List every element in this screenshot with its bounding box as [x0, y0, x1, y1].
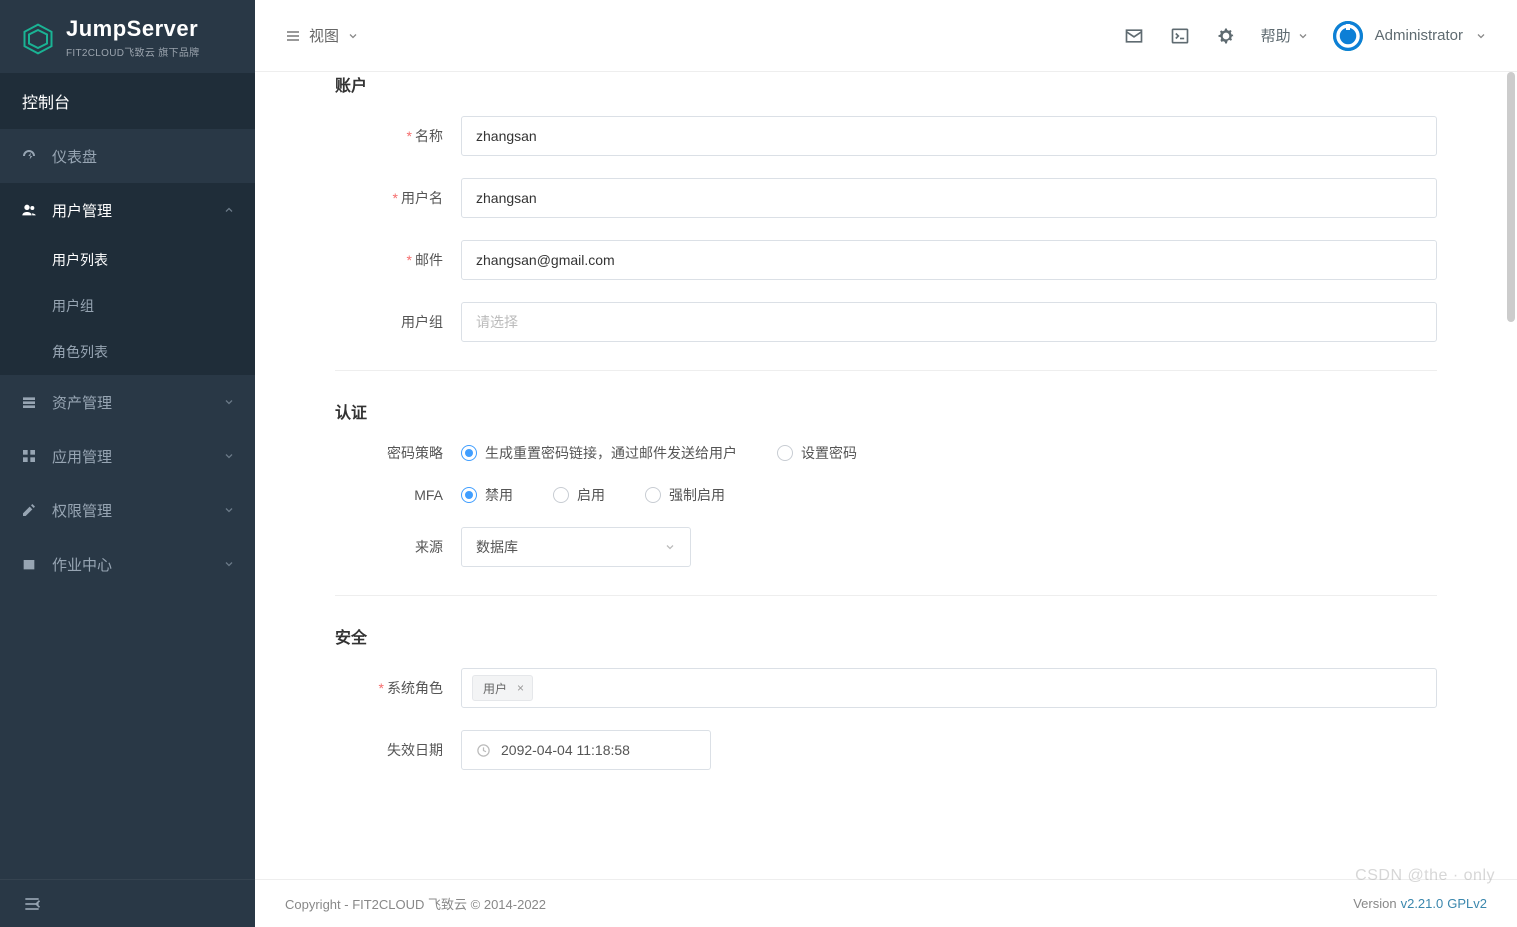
- license-link[interactable]: GPLv2: [1447, 896, 1487, 911]
- label-email: *邮件: [335, 250, 461, 270]
- divider: [335, 595, 1437, 596]
- console-label: 控制台: [0, 73, 255, 129]
- radio-mfa-force[interactable]: 强制启用: [645, 485, 725, 505]
- chevron-down-icon: [223, 504, 235, 516]
- mail-icon[interactable]: [1123, 25, 1145, 47]
- sidebar: JumpServer FIT2CLOUD飞致云 旗下品牌 控制台 仪表盘 用户管…: [0, 0, 255, 927]
- version-prefix: Version: [1353, 896, 1396, 911]
- avatar-icon: [1333, 21, 1363, 51]
- label-username: *用户名: [335, 188, 461, 208]
- section-security: 安全: [335, 624, 1437, 648]
- dashboard-icon: [20, 148, 38, 164]
- logo-icon: [20, 21, 56, 57]
- label-source: 来源: [335, 537, 461, 557]
- apps-icon: [20, 448, 38, 464]
- chevron-down-icon: [347, 30, 359, 42]
- source-select[interactable]: 数据库: [461, 527, 691, 567]
- sidebar-sub-user-group[interactable]: 用户组: [0, 283, 255, 329]
- chevron-down-icon: [223, 558, 235, 570]
- sidebar-label: 资产管理: [52, 392, 112, 413]
- sidebar-sub-user-list[interactable]: 用户列表: [0, 237, 255, 283]
- chevron-down-icon: [1475, 30, 1487, 42]
- user-name: Administrator: [1375, 27, 1463, 44]
- label-usergroup: 用户组: [335, 312, 461, 332]
- sidebar-item-dashboard[interactable]: 仪表盘: [0, 129, 255, 183]
- sidebar-submenu-users: 用户列表 用户组 角色列表: [0, 237, 255, 375]
- scrollbar[interactable]: [1507, 72, 1515, 322]
- radio-pwd-set[interactable]: 设置密码: [777, 443, 857, 463]
- logo-area: JumpServer FIT2CLOUD飞致云 旗下品牌: [0, 0, 255, 73]
- usergroup-select[interactable]: [461, 302, 1437, 342]
- chevron-down-icon: [223, 396, 235, 408]
- label-name: *名称: [335, 126, 461, 146]
- brand-title: JumpServer: [66, 18, 199, 40]
- section-auth: 认证: [335, 399, 1437, 423]
- help-dropdown[interactable]: 帮助: [1261, 25, 1309, 46]
- email-input[interactable]: [461, 240, 1437, 280]
- gear-icon[interactable]: [1215, 25, 1237, 47]
- sidebar-label: 权限管理: [52, 500, 112, 521]
- clock-icon: [476, 743, 491, 758]
- sidebar-item-perms[interactable]: 权限管理: [0, 483, 255, 537]
- chevron-down-icon: [664, 541, 676, 553]
- expire-date-input[interactable]: 2092-04-04 11:18:58: [461, 730, 711, 770]
- user-menu[interactable]: Administrator: [1333, 21, 1487, 51]
- footer: Copyright - FIT2CLOUD 飞致云 © 2014-2022 Ve…: [255, 879, 1517, 927]
- chevron-down-icon: [223, 450, 235, 462]
- menu-icon: [285, 28, 301, 44]
- sidebar-item-jobs[interactable]: 作业中心: [0, 537, 255, 591]
- chevron-up-icon: [223, 204, 235, 216]
- sidebar-item-users[interactable]: 用户管理: [0, 183, 255, 237]
- help-label: 帮助: [1261, 25, 1291, 46]
- edit-icon: [20, 502, 38, 518]
- sidebar-label: 应用管理: [52, 446, 112, 467]
- users-icon: [20, 202, 38, 218]
- assets-icon: [20, 394, 38, 410]
- sidebar-sub-role-list[interactable]: 角色列表: [0, 329, 255, 375]
- view-label: 视图: [309, 25, 339, 46]
- radio-pwd-reset-link[interactable]: 生成重置密码链接，通过邮件发送给用户: [461, 443, 737, 463]
- sidebar-label: 仪表盘: [52, 146, 97, 167]
- role-tag: 用户 ×: [472, 675, 533, 701]
- copyright: Copyright - FIT2CLOUD 飞致云 © 2014-2022: [285, 894, 546, 913]
- sidebar-item-apps[interactable]: 应用管理: [0, 429, 255, 483]
- label-password-policy: 密码策略: [335, 443, 461, 463]
- label-expire-date: 失效日期: [335, 740, 461, 760]
- sidebar-item-assets[interactable]: 资产管理: [0, 375, 255, 429]
- label-mfa: MFA: [335, 487, 461, 503]
- section-account: 账户: [335, 72, 1437, 96]
- name-input[interactable]: [461, 116, 1437, 156]
- main-content: 账户 *名称 *用户名 *邮件 用户组 认证 密码策略 生成重置密码链接，通过邮…: [255, 72, 1517, 879]
- chevron-down-icon: [1297, 30, 1309, 42]
- sidebar-collapse-button[interactable]: [0, 879, 255, 927]
- brand-subtitle: FIT2CLOUD飞致云 旗下品牌: [66, 44, 199, 59]
- sidebar-label: 用户管理: [52, 200, 112, 221]
- system-role-select[interactable]: 用户 ×: [461, 668, 1437, 708]
- radio-mfa-enable[interactable]: 启用: [553, 485, 605, 505]
- sidebar-label: 作业中心: [52, 554, 112, 575]
- version-link[interactable]: v2.21.0: [1401, 896, 1444, 911]
- view-selector[interactable]: 视图: [285, 25, 359, 46]
- close-icon[interactable]: ×: [513, 681, 528, 695]
- divider: [335, 370, 1437, 371]
- terminal-icon[interactable]: [1169, 25, 1191, 47]
- label-system-role: *系统角色: [335, 678, 461, 698]
- jobs-icon: [20, 556, 38, 572]
- topbar: 视图 帮助 Administrator: [255, 0, 1517, 72]
- radio-mfa-disable[interactable]: 禁用: [461, 485, 513, 505]
- username-input[interactable]: [461, 178, 1437, 218]
